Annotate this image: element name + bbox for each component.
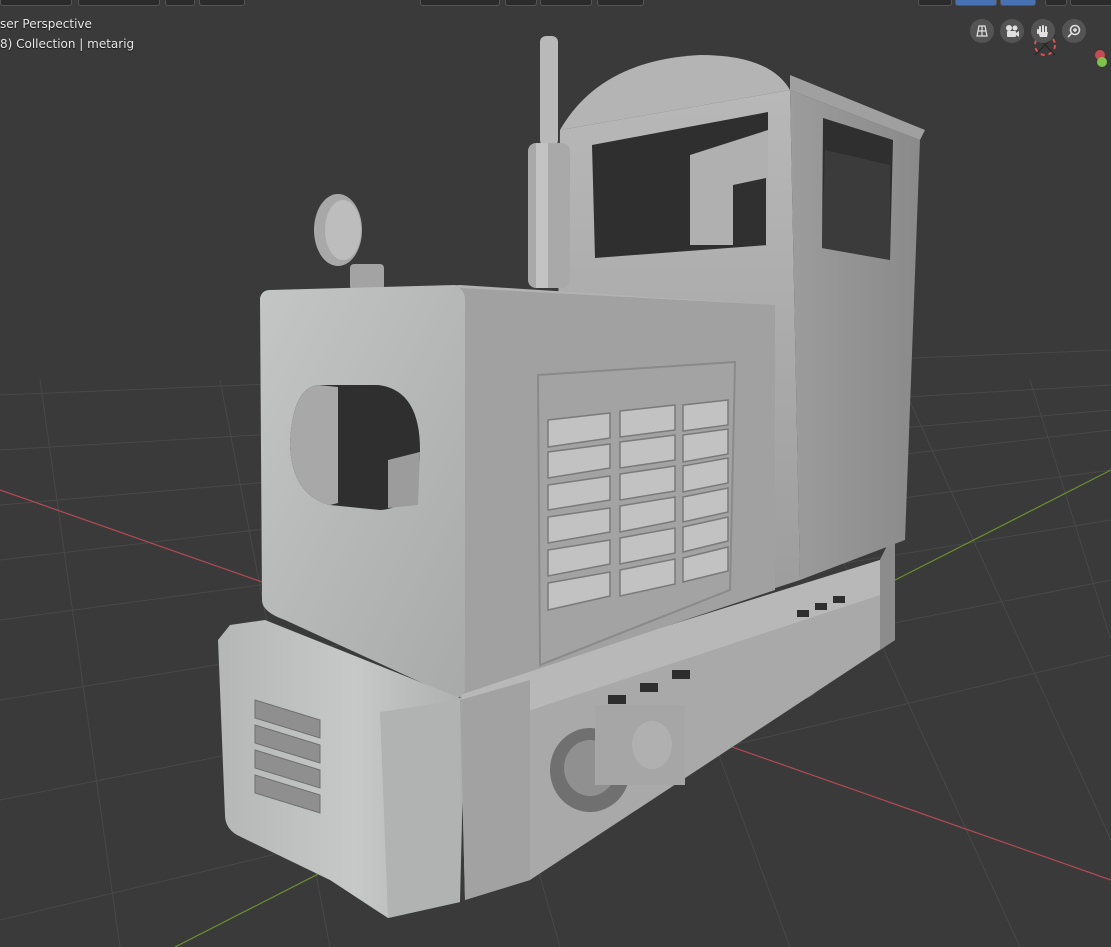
- headlamp: [314, 194, 384, 290]
- header-stub[interactable]: [0, 0, 72, 6]
- toggle-ortho-button[interactable]: [970, 19, 994, 43]
- viewport-view-name: ser Perspective: [0, 17, 92, 31]
- viewport-object-info: 8) Collection | metarig: [0, 37, 135, 51]
- header-stub[interactable]: [918, 0, 952, 6]
- zoom-view-button[interactable]: [1062, 19, 1086, 43]
- locomotive-model[interactable]: [218, 36, 925, 918]
- 3d-viewport[interactable]: ser Perspective 8) Collection | metarig: [0, 0, 1111, 947]
- header-stub[interactable]: [597, 0, 644, 6]
- header-stub[interactable]: [505, 0, 537, 6]
- header-stub[interactable]: [1045, 0, 1067, 6]
- header-stub[interactable]: [78, 0, 160, 6]
- header-stub[interactable]: [420, 0, 500, 6]
- header-stub[interactable]: [1000, 0, 1036, 6]
- header-stub[interactable]: [165, 0, 195, 6]
- header-stub[interactable]: [955, 0, 997, 6]
- exhaust-pipe: [528, 36, 570, 288]
- camera-view-button[interactable]: [1000, 19, 1024, 43]
- header-stub[interactable]: [1070, 0, 1111, 6]
- camera-icon: [1006, 25, 1019, 37]
- gizmo-axis-dot-green[interactable]: [1097, 57, 1107, 67]
- ortho-grid-icon: [976, 25, 988, 37]
- viewport-scene[interactable]: [0, 0, 1111, 947]
- pan-view-button[interactable]: [1031, 19, 1055, 43]
- header-stub[interactable]: [540, 0, 592, 6]
- hand-pan-icon: [1037, 25, 1048, 37]
- header-stub[interactable]: [199, 0, 245, 6]
- zoom-icon: [1067, 24, 1081, 38]
